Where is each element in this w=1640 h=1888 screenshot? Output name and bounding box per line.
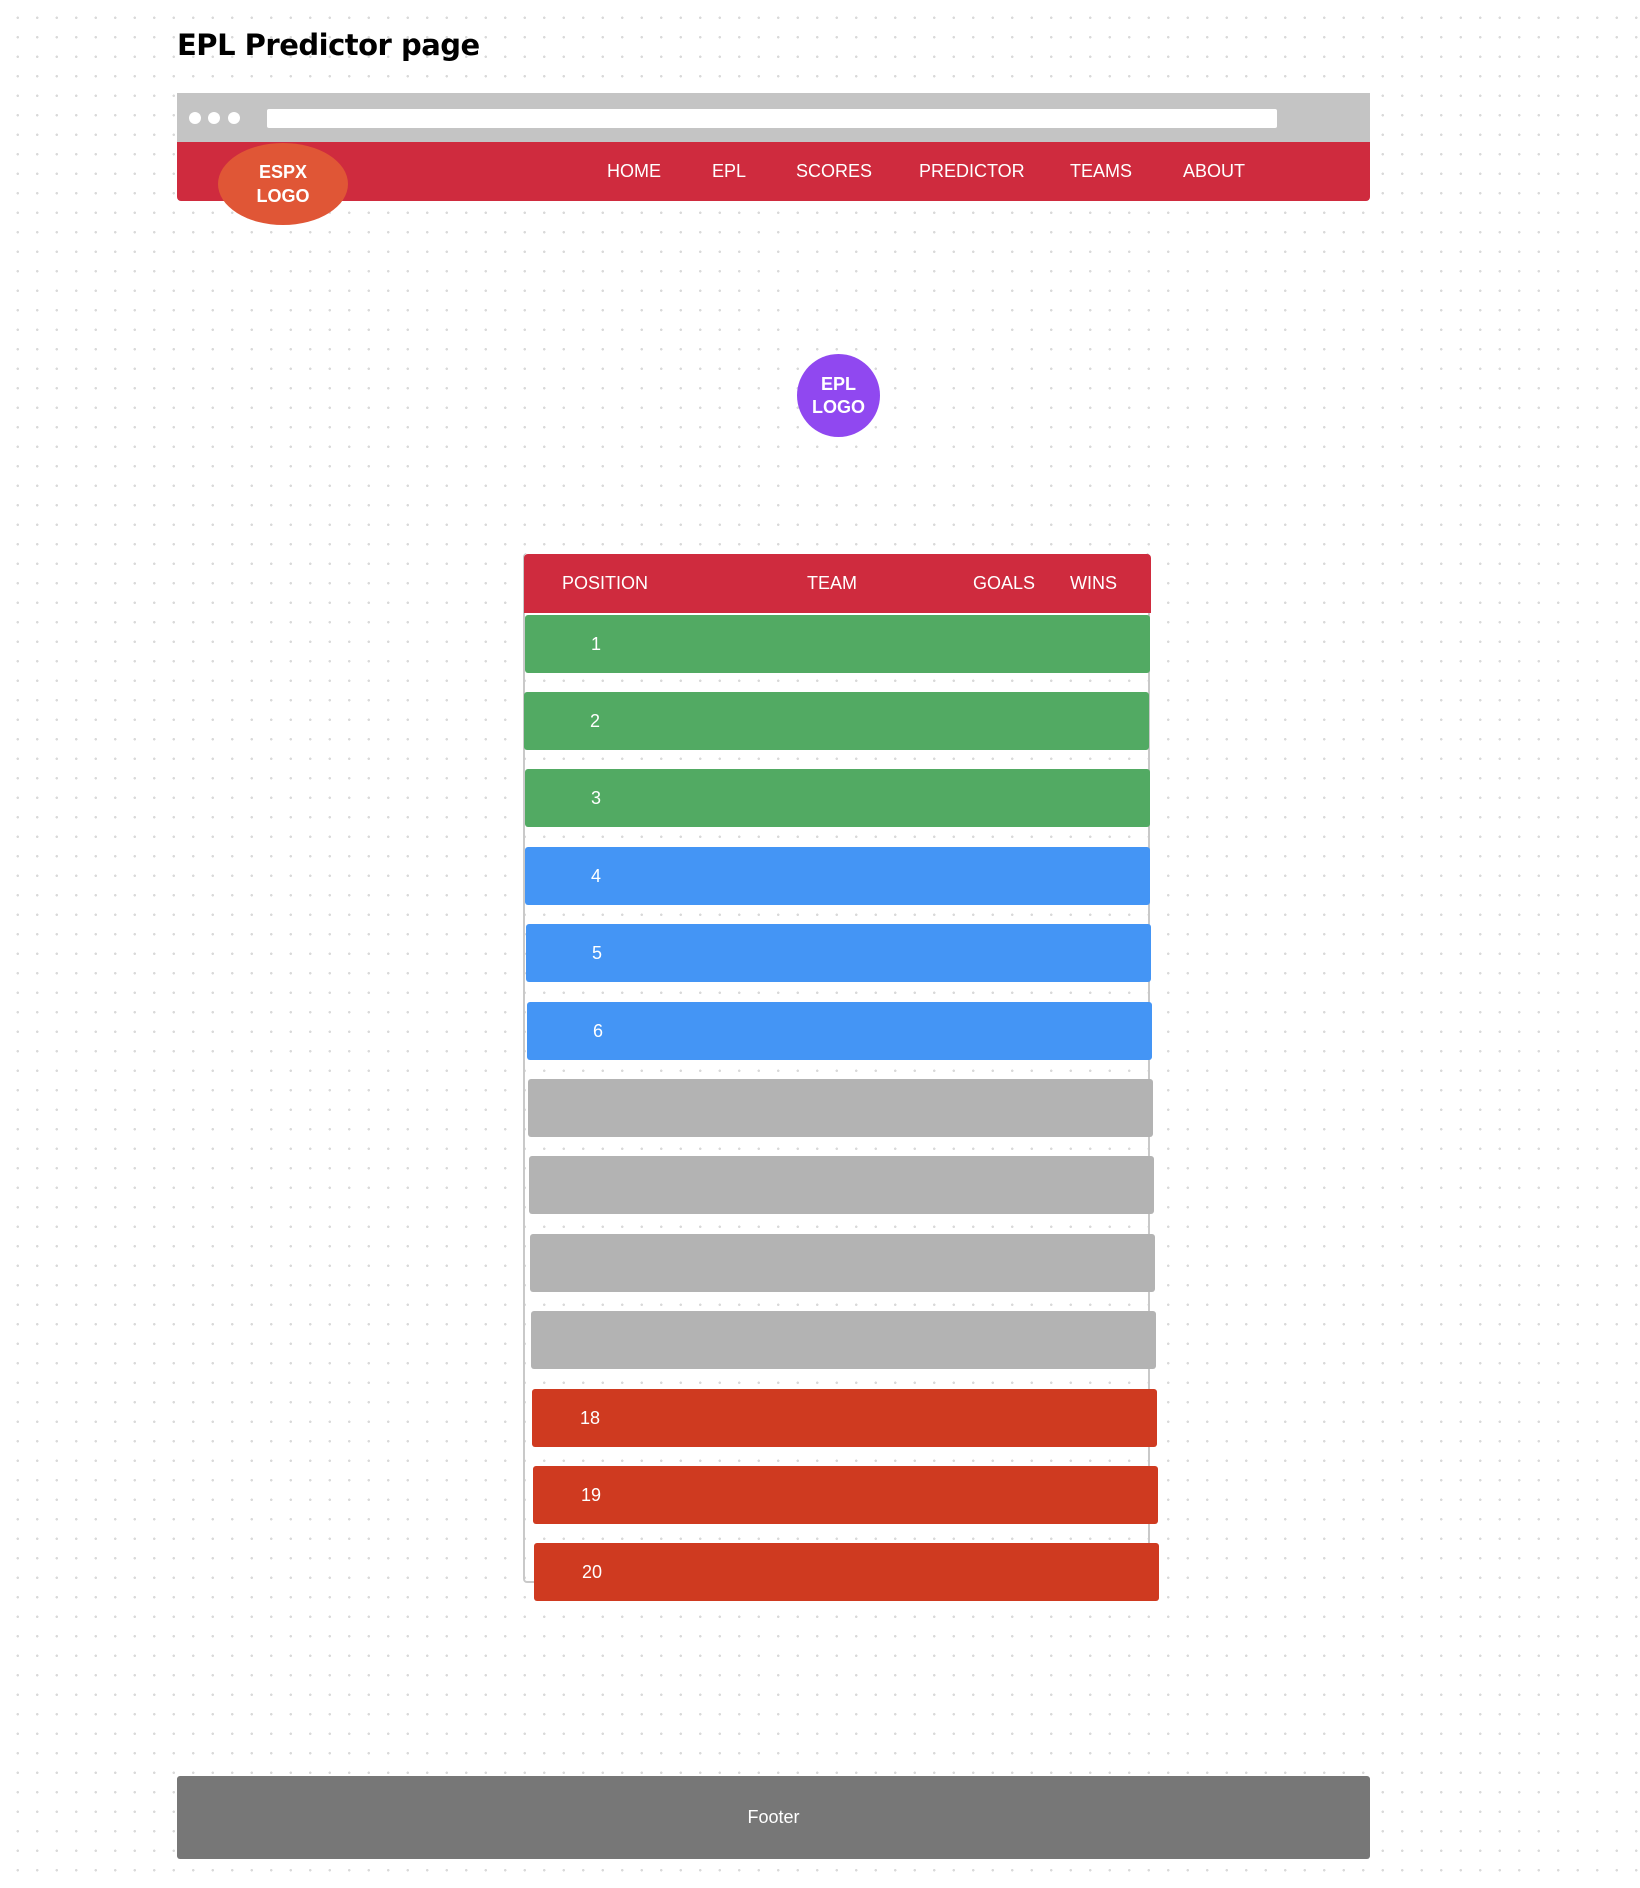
table-row[interactable]: 1 [525, 615, 1150, 673]
row-position: 4 [591, 866, 602, 886]
table-row[interactable] [530, 1234, 1155, 1292]
espx-logo[interactable]: ESPX LOGO [218, 143, 348, 225]
epl-logo: EPL LOGO [797, 354, 880, 437]
table-row[interactable] [528, 1079, 1153, 1137]
nav-epl[interactable]: EPL [712, 142, 746, 201]
table-row[interactable] [531, 1311, 1156, 1369]
page-title: EPL Predictor page [177, 28, 480, 62]
table-row[interactable] [529, 1156, 1154, 1214]
table-row[interactable]: 20 [534, 1543, 1159, 1601]
nav-teams[interactable]: TEAMS [1070, 142, 1132, 201]
header-goals: GOALS [973, 573, 1036, 593]
row-position: 19 [581, 1485, 602, 1505]
table-header: POSITION TEAM GOALS WINS [524, 554, 1151, 613]
address-bar[interactable] [267, 109, 1277, 128]
nav-home[interactable]: HOME [607, 142, 661, 201]
nav-about[interactable]: ABOUT [1183, 142, 1245, 201]
row-position: 3 [591, 788, 602, 808]
window-dot-icon [208, 112, 220, 124]
row-position: 1 [591, 634, 602, 654]
window-dot-icon [228, 112, 240, 124]
table-row[interactable]: 4 [525, 847, 1150, 905]
row-position: 18 [580, 1408, 601, 1428]
header-position: POSITION [562, 573, 649, 593]
table-row[interactable]: 19 [533, 1466, 1158, 1524]
header-team: TEAM [807, 573, 858, 593]
table-row[interactable]: 2 [524, 692, 1149, 750]
navbar: HOME EPL SCORES PREDICTOR TEAMS ABOUT [177, 142, 1370, 201]
window-dot-icon [189, 112, 201, 124]
table-row[interactable]: 5 [526, 924, 1151, 982]
nav-predictor[interactable]: PREDICTOR [919, 142, 1025, 201]
table-row[interactable]: 18 [532, 1389, 1157, 1447]
table-row[interactable]: 3 [525, 769, 1150, 827]
header-wins: WINS [1070, 573, 1117, 593]
browser-chrome [177, 93, 1370, 142]
table-row[interactable]: 6 [527, 1002, 1152, 1060]
row-position: 6 [593, 1021, 604, 1041]
row-position: 5 [592, 943, 603, 963]
row-position: 2 [590, 711, 601, 731]
nav-scores[interactable]: SCORES [796, 142, 872, 201]
footer: Footer [177, 1776, 1370, 1859]
row-position: 20 [582, 1562, 603, 1582]
